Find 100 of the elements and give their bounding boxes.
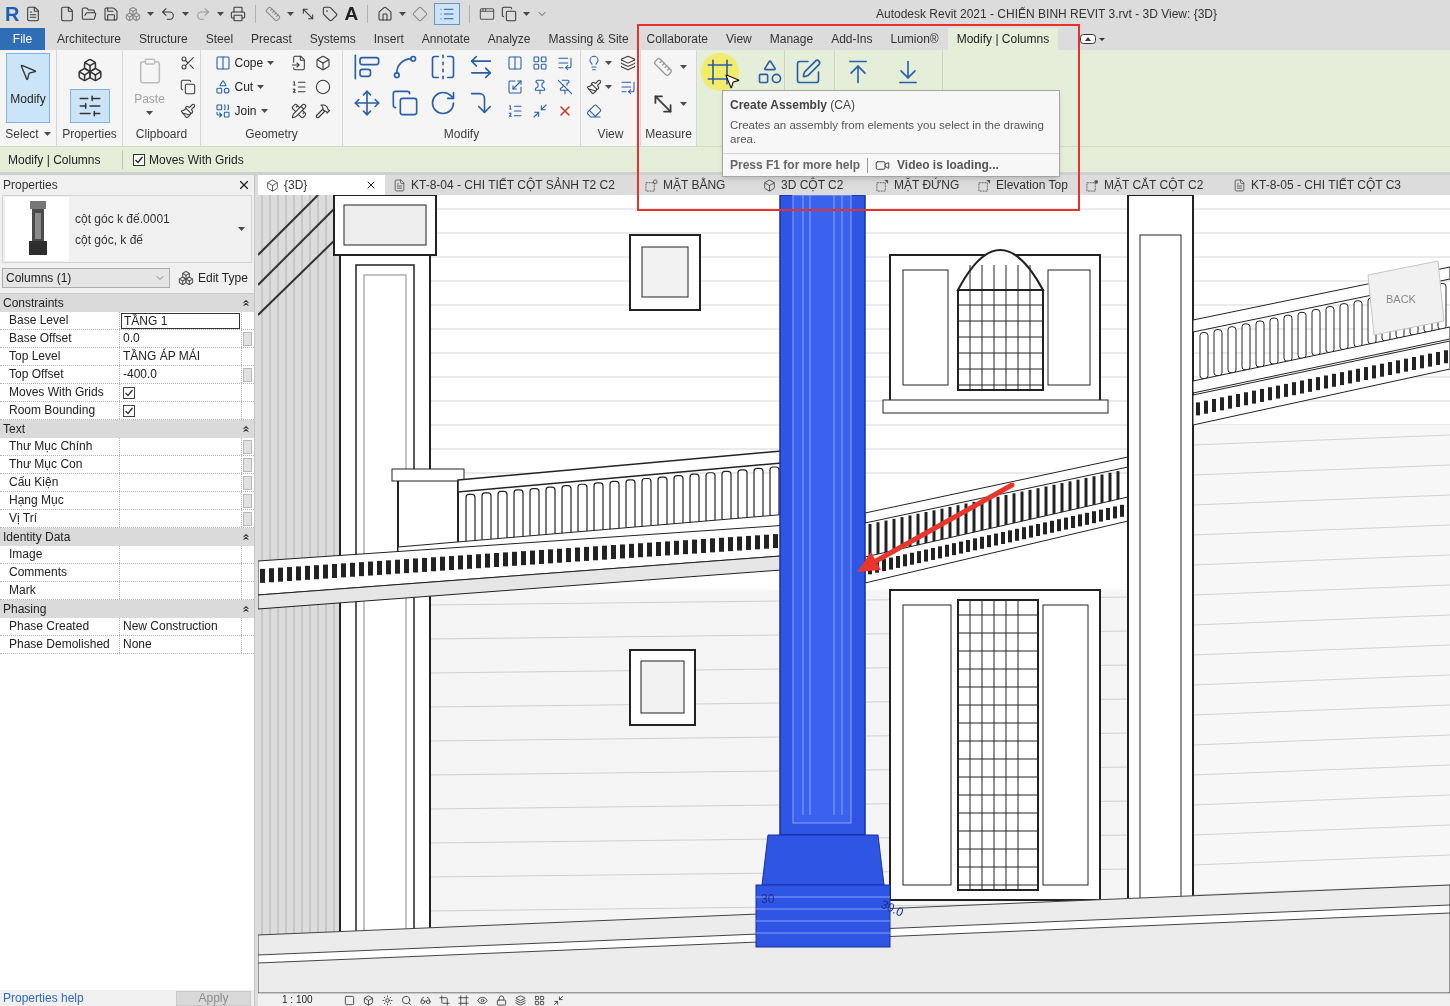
ribbon-tab[interactable]: Structure	[130, 28, 197, 50]
ribbon-tab[interactable]: Analyze	[478, 28, 540, 50]
checkbox[interactable]	[123, 386, 135, 399]
cursor-arrow-icon[interactable]	[18, 62, 38, 82]
app-logo[interactable]: R	[5, 3, 20, 25]
caret-icon[interactable]	[260, 109, 268, 113]
lock-icon[interactable]	[496, 994, 507, 1006]
eraser-icon[interactable]	[585, 103, 602, 119]
circle-icon[interactable]	[314, 79, 331, 95]
document-tab[interactable]: KT-8-05 - CHI TIẾT CỘT C3	[1225, 175, 1450, 195]
ribbon-tab[interactable]: Add-Ins	[822, 28, 882, 50]
search-icon[interactable]	[401, 994, 412, 1006]
ribbon-tab[interactable]: View	[716, 28, 761, 50]
document-tab[interactable]: MẶT ĐỨNG	[868, 175, 970, 195]
document-tab[interactable]: MẶT BẰNG	[637, 175, 755, 195]
ribbon-tab[interactable]: Collaborate	[637, 28, 717, 50]
caret-icon[interactable]	[267, 61, 275, 65]
frame-icon[interactable]	[458, 994, 469, 1006]
scissors-icon[interactable]	[179, 55, 196, 71]
crop-icon[interactable]	[439, 994, 450, 1006]
type-selector[interactable]: cột góc k đế.0001 cột góc, k đế	[2, 195, 252, 263]
caret-icon[interactable]	[399, 12, 407, 16]
ribbon-tab[interactable]: Precast	[242, 28, 301, 50]
collapse-icon[interactable]	[241, 532, 251, 542]
caret-icon[interactable]	[43, 132, 51, 136]
group-header[interactable]: Constraints	[0, 294, 254, 312]
join-button[interactable]: Join	[214, 102, 283, 120]
ribbon-toggle-icon[interactable]	[1080, 33, 1107, 45]
printer-icon[interactable]	[230, 6, 247, 22]
window-icon[interactable]	[479, 6, 496, 22]
edit-type-button[interactable]: Edit Type	[176, 268, 250, 288]
document-tab[interactable]: Elevation Top	[970, 175, 1078, 195]
sheet-icon[interactable]	[1233, 178, 1246, 192]
properties-help-link[interactable]: Properties help	[3, 991, 84, 1005]
caret-icon[interactable]	[680, 102, 687, 106]
house-icon[interactable]	[377, 6, 394, 22]
boxes-icon[interactable]	[178, 270, 194, 286]
cube-icon[interactable]	[763, 178, 776, 192]
ribbon-tab[interactable]: Lumion®	[881, 28, 948, 50]
property-field[interactable]: TẦNG 1	[121, 312, 240, 329]
box-icon[interactable]	[314, 55, 331, 71]
document-tab[interactable]: 3D CỘT C2	[755, 175, 868, 195]
file-tab[interactable]: File	[0, 28, 45, 50]
group-header[interactable]: Identity Data	[0, 528, 254, 546]
split-icon[interactable]	[506, 55, 523, 71]
property-value[interactable]: TẦNG ÁP MÁI	[120, 348, 241, 365]
caret-icon[interactable]	[604, 61, 612, 65]
cube-icon[interactable]	[363, 994, 374, 1006]
columns-icon[interactable]	[214, 55, 231, 71]
list-end-icon[interactable]	[556, 55, 573, 71]
copy-icon[interactable]	[390, 89, 419, 117]
unpin-icon[interactable]	[556, 79, 573, 95]
caret-icon[interactable]	[523, 12, 531, 16]
ribbon-tab[interactable]: Modify | Columns	[947, 28, 1059, 50]
collapse-icon[interactable]	[241, 424, 251, 434]
eye-icon[interactable]	[477, 994, 488, 1006]
copy-windows-icon[interactable]	[501, 6, 518, 22]
paintbrush-icon[interactable]	[179, 103, 196, 119]
sheet-icon[interactable]	[393, 178, 406, 192]
open-folder-icon[interactable]	[81, 6, 98, 22]
pencil-ruler-icon[interactable]	[290, 103, 307, 119]
cut-button[interactable]: Cut	[214, 78, 283, 96]
ordered-list-icon[interactable]	[506, 103, 523, 119]
checkbox[interactable]	[123, 404, 135, 417]
group-header[interactable]: Phasing	[0, 600, 254, 618]
scale-icon[interactable]	[506, 79, 523, 95]
new-file-icon[interactable]	[59, 6, 76, 22]
ribbon-tab[interactable]: Steel	[196, 28, 243, 50]
cube-icon[interactable]	[266, 178, 279, 192]
ribbon-tab[interactable]: Architecture	[48, 28, 131, 50]
modify-button[interactable]: Modify	[6, 53, 50, 123]
grid-icon[interactable]	[531, 55, 548, 71]
file-input-icon[interactable]	[290, 55, 307, 71]
caret-icon[interactable]	[604, 85, 612, 89]
category-filter-dropdown[interactable]: Columns (1)	[2, 268, 170, 288]
save-icon[interactable]	[103, 6, 120, 22]
scale-label[interactable]: 1 : 100	[258, 994, 336, 1006]
cope-button[interactable]: Cope	[214, 54, 283, 72]
ribbon-tab[interactable]: Systems	[300, 28, 365, 50]
tag-icon[interactable]	[322, 6, 339, 22]
minimize-icon[interactable]	[531, 103, 548, 119]
document-icon[interactable]	[25, 6, 42, 22]
hammer-icon[interactable]	[314, 103, 331, 119]
caret-icon[interactable]	[287, 12, 295, 16]
property-value[interactable]: New Construction	[120, 618, 241, 635]
glasses-icon[interactable]	[420, 994, 431, 1006]
document-tab[interactable]: {3D}	[258, 175, 385, 195]
align-icon[interactable]	[352, 53, 381, 81]
paintbrush-icon[interactable]	[585, 79, 602, 95]
panel-title[interactable]: Select	[5, 127, 39, 141]
square-icon[interactable]	[344, 994, 355, 1006]
thin-lines-button[interactable]	[434, 3, 461, 25]
boxes-icon[interactable]	[76, 57, 103, 83]
undo-icon[interactable]	[160, 6, 177, 22]
minimize-icon[interactable]	[553, 994, 564, 1006]
ribbon-tab[interactable]: Manage	[760, 28, 823, 50]
layers-icon[interactable]	[515, 994, 526, 1006]
sun-icon[interactable]	[382, 994, 393, 1006]
property-value[interactable]: 0.0	[120, 330, 241, 347]
group-header[interactable]: Text	[0, 420, 254, 438]
